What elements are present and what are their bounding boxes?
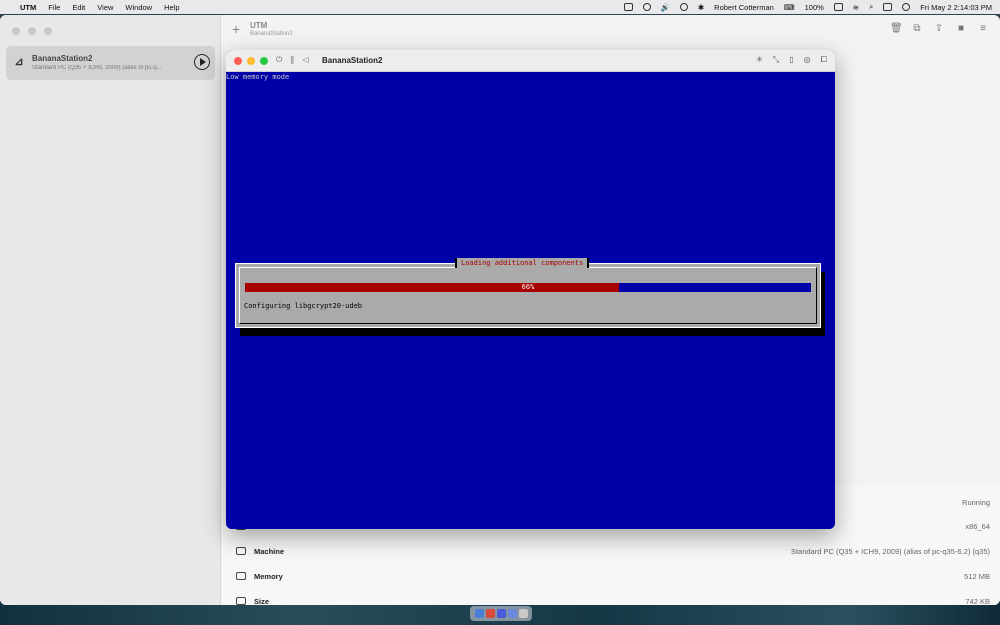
volume-icon[interactable]: 🔊 — [661, 3, 670, 12]
zoom-button[interactable] — [44, 27, 52, 35]
app-icon-red[interactable] — [485, 609, 495, 618]
vm-minimize-button[interactable] — [247, 57, 255, 65]
drive-icon — [236, 597, 246, 605]
memory-row: Memory 512 MB — [222, 565, 1000, 589]
minimize-button[interactable] — [28, 27, 36, 35]
vm-close-button[interactable] — [234, 57, 242, 65]
usb-icon[interactable]: ▯ — [789, 55, 793, 65]
dock — [470, 606, 532, 621]
window-subtitle: BananaStation2 — [250, 31, 293, 37]
drive-eject-icon[interactable]: ◎ — [804, 55, 811, 65]
progress-bar: 66% — [245, 283, 811, 292]
progress-message: Configuring libgcrypt20-udeb — [244, 302, 363, 310]
memory-label: Memory — [254, 572, 283, 581]
finder-icon[interactable] — [474, 609, 484, 618]
machine-icon — [236, 547, 246, 555]
size-value: 742 KB — [965, 597, 990, 605]
status-value: Running — [962, 498, 990, 507]
menu-edit[interactable]: Edit — [72, 3, 85, 12]
settings-icon[interactable]: ≡ — [978, 23, 988, 35]
clone-icon[interactable]: ⧉ — [912, 23, 922, 35]
spotlight-search-icon[interactable]: ⌕ — [869, 2, 873, 12]
app-menu[interactable]: UTM — [20, 3, 36, 12]
memory-icon — [236, 572, 246, 580]
siri-icon[interactable] — [902, 3, 911, 11]
machine-value: Standard PC (Q35 + ICH9, 2009) (alias of… — [790, 547, 990, 556]
progress-label: 66% — [521, 283, 535, 291]
utm-toolbar: + UTM BananaStation2 🗑 ⧉ ⇪ ■ ≡ — [222, 15, 1000, 45]
utm-app-icon[interactable] — [496, 609, 506, 618]
app-icon-blue[interactable] — [507, 609, 517, 618]
display-icon[interactable]: ⧠ — [821, 55, 827, 65]
user-name[interactable]: Robert Cotterman — [714, 3, 774, 12]
battery-icon[interactable] — [833, 3, 843, 11]
vm-window-controls — [234, 57, 268, 65]
trash-dock-icon[interactable] — [518, 609, 528, 618]
keyboard-icon[interactable]: ⌨ — [784, 3, 795, 12]
size-row: Size 742 KB — [222, 590, 1000, 605]
sidebar-item-bananastation2[interactable]: ⊿ BananaStation2 Standard PC (Q35 + ICH9… — [6, 46, 215, 80]
dialog-frame — [239, 267, 817, 324]
playstation-logo-icon: ⊿ — [14, 56, 24, 68]
share-icon[interactable]: ⇪ — [934, 23, 944, 35]
menu-bar: UTM File Edit View Window Help 🔊 ✱ Rober… — [0, 0, 1000, 14]
bluetooth-icon[interactable]: ✱ — [698, 3, 704, 12]
architecture-value: x86_64 — [965, 522, 990, 531]
trash-icon[interactable]: 🗑 — [890, 23, 903, 35]
pause-icon[interactable]: ∥ — [290, 55, 294, 65]
info-status-icon[interactable] — [642, 3, 651, 11]
vm-zoom-button[interactable] — [260, 57, 268, 65]
resize-icon[interactable]: ⤡ — [773, 55, 779, 65]
stop-icon[interactable]: ■ — [956, 23, 966, 35]
close-button[interactable] — [12, 27, 20, 35]
dialog-title: Loading additional components — [455, 258, 590, 268]
machine-row: Machine Standard PC (Q35 + ICH9, 2009) (… — [222, 540, 1000, 564]
menubar-clock[interactable]: Fri May 2 2:14:03 PM — [920, 3, 992, 12]
menu-window[interactable]: Window — [125, 3, 152, 12]
battery-percent: 100% — [804, 2, 824, 12]
screen-mirror-icon[interactable] — [623, 3, 633, 11]
wifi-icon[interactable]: ≋ — [853, 3, 859, 12]
capture-mouse-icon[interactable]: ✳ — [756, 55, 763, 65]
vm-name: BananaStation2 — [32, 54, 93, 63]
window-title: UTM — [250, 21, 268, 30]
play-button[interactable] — [194, 54, 210, 70]
vm-sidebar: ⊿ BananaStation2 Standard PC (Q35 + ICH9… — [0, 15, 221, 605]
vm-window-title: BananaStation2 — [322, 56, 383, 65]
installer-progress-dialog: Loading additional components 66% Config… — [235, 258, 821, 328]
memory-value: 512 MB — [964, 572, 990, 581]
vm-description: Standard PC (Q35 + ICH9, 2009) (alias of… — [32, 65, 162, 71]
restart-icon[interactable]: ◁ — [302, 55, 308, 65]
low-memory-text: Low memory mode — [226, 73, 290, 81]
window-controls — [12, 27, 52, 35]
size-label: Size — [254, 597, 270, 605]
vm-display-window: ⏻ ∥ ◁ BananaStation2 ✳ ⤡ ▯ ◎ ⧠ Low memor… — [226, 50, 835, 529]
vm-screen[interactable]: Low memory mode Loading additional compo… — [226, 72, 835, 529]
control-center-icon[interactable] — [883, 3, 893, 11]
power-icon[interactable]: ⏻ — [276, 55, 282, 65]
add-vm-icon[interactable]: + — [232, 21, 240, 37]
menu-view[interactable]: View — [97, 3, 113, 12]
menu-file[interactable]: File — [48, 3, 60, 12]
machine-label: Machine — [254, 547, 285, 556]
vm-window-titlebar: ⏻ ∥ ◁ BananaStation2 ✳ ⤡ ▯ ◎ ⧠ — [226, 50, 835, 72]
airdrop-icon[interactable] — [679, 3, 688, 11]
menu-help[interactable]: Help — [164, 3, 179, 12]
